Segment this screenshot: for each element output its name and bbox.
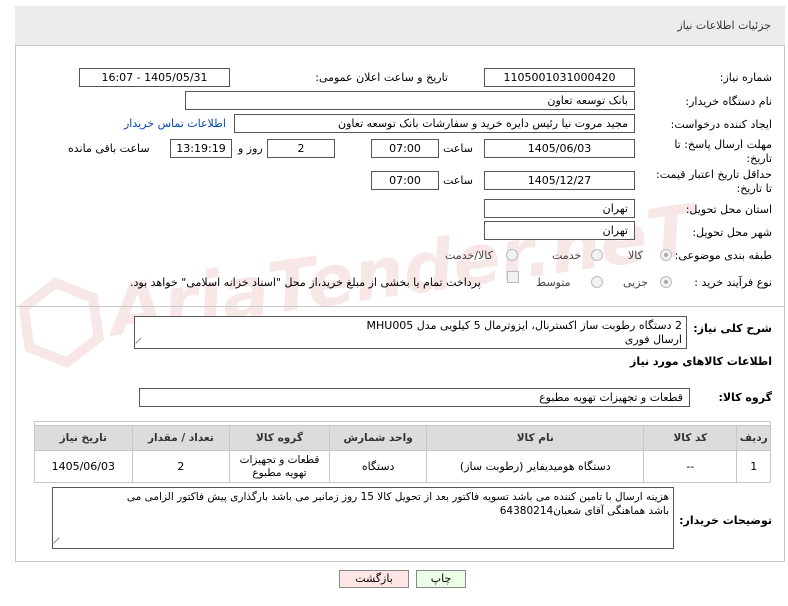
resize-handle-icon[interactable] bbox=[53, 537, 65, 548]
category-option-goods-service: کالا/خدمت bbox=[445, 249, 493, 262]
items-section-title: اطلاعات کالاهای مورد نیاز bbox=[630, 355, 772, 368]
col-header-unit: واحد شمارش bbox=[328, 425, 428, 451]
creator-label: ایجاد کننده درخواست: bbox=[670, 118, 772, 131]
need-number-field: 1105001031000420 bbox=[484, 68, 635, 87]
reply-time-field: 07:00 bbox=[371, 139, 439, 158]
process-radio-medium[interactable] bbox=[591, 276, 603, 288]
goods-group-label: گروه کالا: bbox=[718, 391, 772, 404]
cell-unit: دستگاه bbox=[328, 450, 428, 483]
price-hour-label: ساعت bbox=[443, 174, 473, 187]
process-label: نوع فرآیند خرید : bbox=[694, 276, 772, 289]
buyer-label: نام دستگاه خریدار: bbox=[685, 95, 772, 108]
description-label: شرح کلی نیاز: bbox=[693, 322, 772, 335]
description-line-1: 2 دستگاه رطوبت ساز اکسترنال، ایزوترمال 5… bbox=[366, 319, 683, 332]
remaining-time-field: 13:19:19 bbox=[170, 139, 232, 158]
creator-field: مجید مروت نیا رئیس دایره خرید و سفارشات … bbox=[234, 114, 635, 133]
treasury-payment-checkbox[interactable] bbox=[507, 271, 519, 283]
process-option-minor: جزیی bbox=[623, 276, 649, 289]
announce-label: تاریخ و ساعت اعلان عمومی: bbox=[315, 71, 448, 84]
goods-group-field: قطعات و تجهیزات تهویه مطبوع bbox=[139, 388, 690, 407]
reply-hour-label: ساعت bbox=[443, 142, 473, 155]
cell-code: -- bbox=[643, 450, 738, 483]
col-header-name: نام کالا bbox=[426, 425, 645, 451]
treasury-payment-text: پرداخت تمام یا بخشی از مبلغ خرید،از محل … bbox=[130, 276, 481, 289]
col-header-need-date: تاریخ نیاز bbox=[34, 425, 133, 451]
col-header-row-number: ردیف bbox=[736, 425, 771, 451]
back-button[interactable]: بازگشت bbox=[339, 570, 409, 588]
page-title: جزئیات اطلاعات نیاز bbox=[677, 19, 771, 32]
category-radio-goods-service[interactable] bbox=[506, 249, 518, 261]
buyer-notes-line-2: باشد هماهنگی آقای شعبان64380214 bbox=[499, 505, 669, 517]
category-label: طبقه بندی موضوعی: bbox=[674, 249, 772, 262]
col-header-code: کد کالا bbox=[643, 425, 738, 451]
process-option-medium: متوسط bbox=[536, 276, 571, 289]
table-header-row: ردیف کد کالا نام کالا واحد شمارش گروه کا… bbox=[34, 425, 771, 451]
items-table: ردیف کد کالا نام کالا واحد شمارش گروه کا… bbox=[34, 425, 771, 483]
province-field: تهران bbox=[484, 199, 635, 218]
category-option-goods: کالا bbox=[628, 249, 643, 262]
category-option-service: خدمت bbox=[552, 249, 582, 262]
days-label: روز و bbox=[238, 142, 263, 155]
buyer-notes-textarea: هزینه ارسال با تامین کننده می باشد تسویه… bbox=[52, 487, 674, 549]
buyer-contact-link[interactable]: اطلاعات تماس خریدار bbox=[124, 117, 226, 130]
cell-group: قطعات و تجهیزات تهویه مطبوع bbox=[229, 450, 330, 483]
remaining-label: ساعت باقی مانده bbox=[68, 142, 150, 155]
section-divider bbox=[15, 306, 785, 307]
cell-row-number: 1 bbox=[736, 450, 771, 483]
province-label: استان محل تحویل: bbox=[685, 203, 772, 216]
need-number-label: شماره نیاز: bbox=[719, 71, 772, 84]
category-radio-goods[interactable] bbox=[660, 249, 672, 261]
price-validity-label: حداقل تاریخ اعتبار قیمت: bbox=[656, 168, 772, 181]
cell-need-date: 1405/06/03 bbox=[34, 450, 133, 483]
process-radio-minor[interactable] bbox=[660, 276, 672, 288]
cell-name: دستگاه هومیدیفایر (رطوبت ساز) bbox=[426, 450, 645, 483]
buyer-field: بانک توسعه تعاون bbox=[185, 91, 635, 110]
price-time-field: 07:00 bbox=[371, 171, 439, 190]
description-textarea: 2 دستگاه رطوبت ساز اکسترنال، ایزوترمال 5… bbox=[134, 316, 687, 349]
reply-date-field: 1405/06/03 bbox=[484, 139, 635, 158]
reply-deadline-label: مهلت ارسال پاسخ: تا bbox=[674, 138, 772, 151]
city-field: تهران bbox=[484, 221, 635, 240]
buyer-notes-line-1: هزینه ارسال با تامین کننده می باشد تسویه… bbox=[126, 491, 669, 503]
col-header-group: گروه کالا bbox=[229, 425, 330, 451]
cell-quantity: 2 bbox=[131, 450, 231, 483]
reply-deadline-label-date: تاریخ: bbox=[746, 152, 772, 165]
price-validity-label-date: تا تاریخ: bbox=[736, 182, 772, 195]
days-field: 2 bbox=[267, 139, 335, 158]
table-row: 1 -- دستگاه هومیدیفایر (رطوبت ساز) دستگا… bbox=[34, 450, 771, 483]
announce-datetime-field: 1405/05/31 - 16:07 bbox=[79, 68, 230, 87]
category-radio-service[interactable] bbox=[591, 249, 603, 261]
col-header-quantity: تعداد / مقدار bbox=[131, 425, 231, 451]
price-date-field: 1405/12/27 bbox=[484, 171, 635, 190]
buyer-notes-label: توضیحات خریدار: bbox=[679, 514, 772, 527]
city-label: شهر محل تحویل: bbox=[692, 226, 772, 239]
print-button[interactable]: چاپ bbox=[416, 570, 466, 588]
panel-header: جزئیات اطلاعات نیاز bbox=[15, 6, 785, 46]
description-line-2: ارسال فوری bbox=[624, 333, 682, 346]
